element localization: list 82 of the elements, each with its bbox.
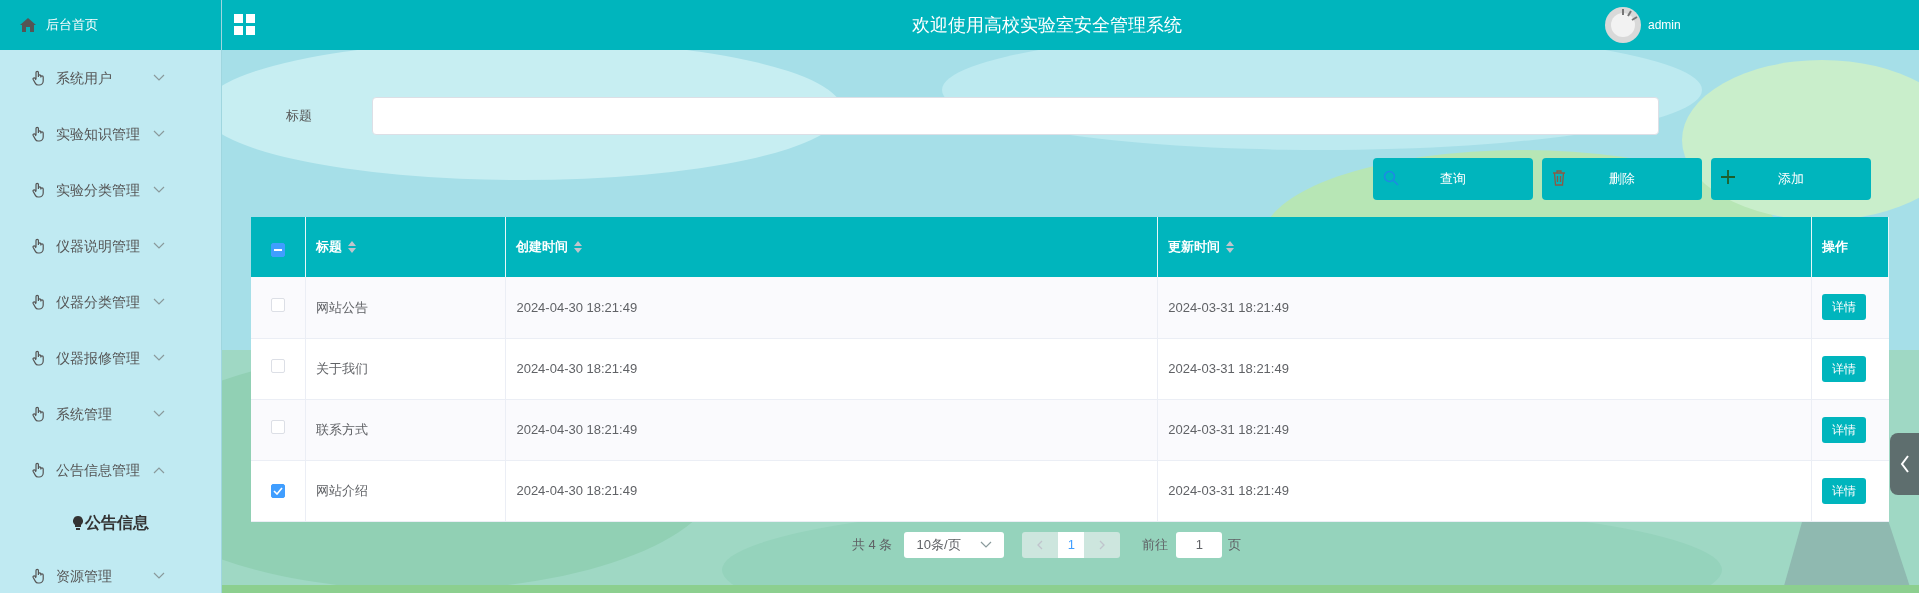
- page-size-select[interactable]: 10条/页: [904, 531, 1005, 558]
- add-button[interactable]: 添加: [1711, 158, 1871, 200]
- page-input-field[interactable]: 1: [1176, 531, 1223, 558]
- table-cell: 关于我们: [316, 360, 369, 376]
- page-suffix: 页: [1228, 535, 1242, 554]
- details-button[interactable]: 详情: [1822, 477, 1866, 504]
- table-cell: 2024-03-31 18:21:49: [1168, 299, 1289, 315]
- sidebar-menu-item[interactable]: 系统用户: [0, 50, 221, 106]
- total-count: 共 4 条: [852, 535, 893, 554]
- sidebar-menu-item[interactable]: 仪器报修管理: [0, 330, 221, 386]
- next-page-button[interactable]: [1084, 531, 1121, 558]
- details-button[interactable]: 详情: [1822, 355, 1866, 382]
- column-header[interactable]: 更新时间: [1168, 237, 1221, 257]
- grid-icon[interactable]: [234, 14, 256, 36]
- hand-pointer-icon: [32, 182, 46, 198]
- home-icon: [20, 18, 36, 32]
- sidebar-menu-item[interactable]: 实验分类管理: [0, 162, 221, 218]
- chevron-down-icon: [153, 186, 165, 194]
- home-menu-item[interactable]: 后台首页: [0, 0, 221, 50]
- checkbox[interactable]: [271, 483, 286, 498]
- table-cell: 网站介绍: [316, 482, 369, 498]
- caret-icon: [980, 540, 993, 549]
- column-header[interactable]: 创建时间: [516, 237, 569, 257]
- sidebar-menu-item[interactable]: 资源管理: [0, 548, 221, 593]
- chevron-left-icon: [1899, 455, 1910, 473]
- sidebar-menu-item[interactable]: 仪器说明管理: [0, 218, 221, 274]
- plus-icon: [1721, 170, 1735, 184]
- goto-label: 前往: [1142, 535, 1169, 554]
- previous-page-button[interactable]: [1022, 531, 1059, 558]
- delete-button[interactable]: 删除: [1542, 158, 1702, 200]
- title-input-field[interactable]: [372, 97, 1659, 135]
- hand-pointer-icon: [32, 350, 46, 366]
- chevron-down-icon: [153, 410, 165, 418]
- trash-icon: [1552, 170, 1566, 186]
- column-header: 操作: [1822, 238, 1848, 257]
- sort-icon[interactable]: [574, 241, 583, 253]
- hand-pointer-icon: [32, 126, 46, 142]
- sidebar-menu-item[interactable]: 公告信息管理: [0, 442, 221, 498]
- table-cell: 2024-04-30 18:21:49: [516, 421, 638, 437]
- hand-pointer-icon: [32, 462, 46, 478]
- avatar-icon: [1604, 6, 1642, 44]
- header-title: 欢迎使用高校实验室安全管理系统: [912, 13, 1182, 37]
- details-button[interactable]: 详情: [1822, 416, 1866, 443]
- hand-pointer-icon: [32, 70, 46, 86]
- field-label: 标题: [285, 107, 313, 126]
- search-button[interactable]: 查询: [1373, 158, 1533, 200]
- minus-icon: [274, 249, 283, 251]
- chevron-down-icon: [153, 74, 165, 82]
- search-icon: [1383, 170, 1399, 186]
- page-button[interactable]: 1: [1058, 531, 1085, 558]
- chevron-left-icon: [1037, 539, 1044, 550]
- sort-icon[interactable]: [1226, 241, 1235, 253]
- chevron-up-icon: [153, 466, 165, 474]
- table-cell: 2024-04-30 18:21:49: [516, 299, 638, 315]
- table-cell: 网站公告: [316, 299, 369, 315]
- chevron-down-icon: [153, 130, 165, 138]
- hand-pointer-icon: [32, 406, 46, 422]
- chevron-down-icon: [153, 242, 165, 250]
- chevron-down-icon: [153, 572, 165, 580]
- sidebar-menu-item[interactable]: 实验知识管理: [0, 106, 221, 162]
- hand-pointer-icon: [32, 294, 46, 310]
- table-cell: 联系方式: [316, 421, 369, 437]
- sidebar-menu-item[interactable]: 仪器分类管理: [0, 274, 221, 330]
- table-cell: 2024-03-31 18:21:49: [1168, 360, 1289, 376]
- column-header[interactable]: 标题: [316, 237, 343, 257]
- chevron-right-icon: [1099, 539, 1106, 550]
- sort-icon[interactable]: [348, 241, 357, 253]
- checkbox[interactable]: [271, 243, 286, 257]
- table-cell: 2024-03-31 18:21:49: [1168, 421, 1289, 437]
- chevron-down-icon: [153, 354, 165, 362]
- table-cell: 2024-04-30 18:21:49: [516, 482, 638, 498]
- lightbulb-icon: [72, 515, 83, 531]
- hand-pointer-icon: [32, 238, 46, 254]
- table-cell: 2024-04-30 18:21:49: [516, 360, 638, 376]
- collapse-tab[interactable]: [1890, 433, 1919, 495]
- details-button[interactable]: 详情: [1822, 294, 1866, 321]
- table-cell: 2024-03-31 18:21:49: [1168, 482, 1289, 498]
- user-name[interactable]: admin: [1648, 16, 1681, 34]
- sidebar-submenu-item[interactable]: 公告信息: [0, 498, 221, 548]
- sidebar-menu-item[interactable]: 系统管理: [0, 386, 221, 442]
- chevron-down-icon: [153, 298, 165, 306]
- hand-pointer-icon: [32, 568, 46, 584]
